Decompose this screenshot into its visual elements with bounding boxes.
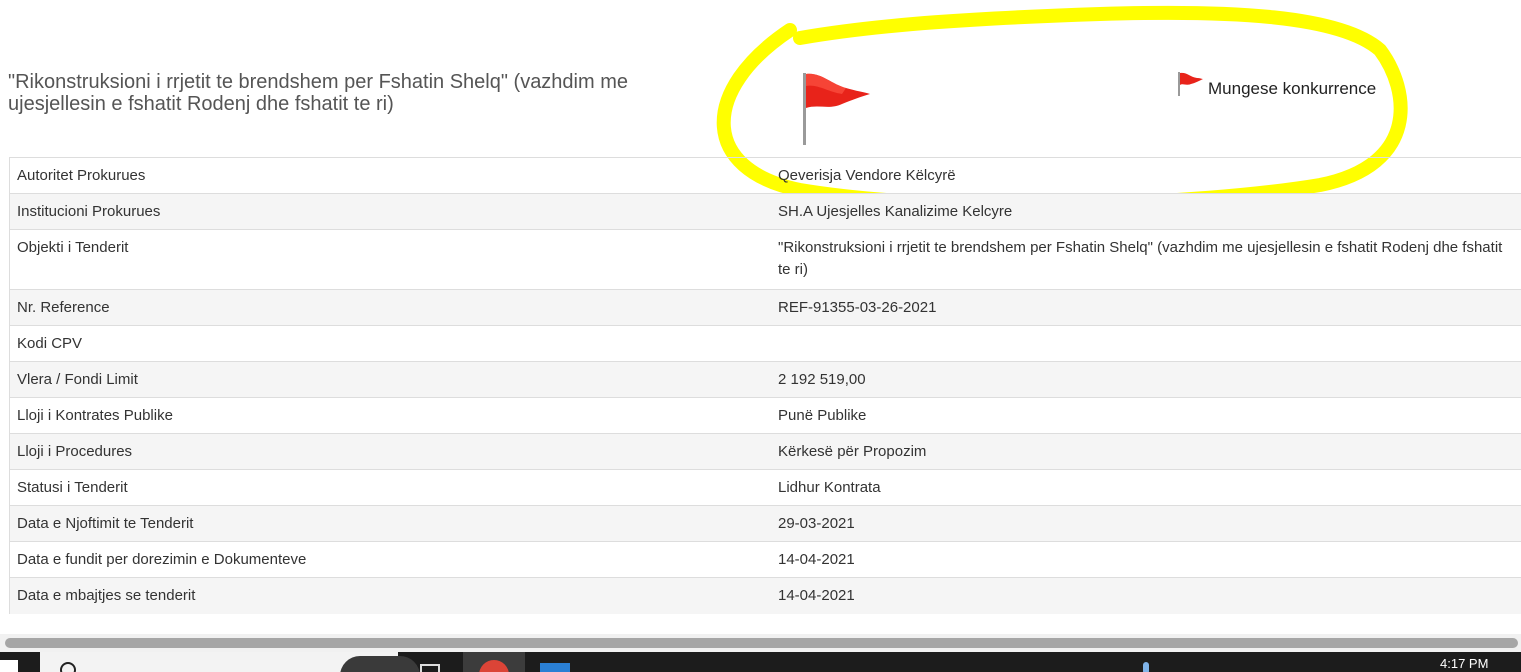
detail-value: "Rikonstruksioni i rrjetit te brendshem … — [771, 229, 1521, 290]
taskbar-search-box[interactable] — [40, 652, 420, 672]
detail-value — [771, 325, 1521, 362]
detail-row: Nr. Reference REF-91355-03-26-2021 — [9, 289, 1521, 326]
detail-label: Data e fundit per dorezimin e Dokumentev… — [9, 541, 771, 578]
detail-row: Objekti i Tenderit "Rikonstruksioni i rrj… — [9, 229, 1521, 290]
detail-value: Kërkesë për Propozim — [771, 433, 1521, 470]
detail-row: Vlera / Fondi Limit 2 192 519,00 — [9, 361, 1521, 398]
search-icon — [60, 662, 76, 672]
app-icon[interactable] — [540, 652, 580, 672]
flag-label: Mungese konkurrence — [1208, 79, 1377, 98]
small-red-flag-icon — [1178, 72, 1203, 96]
detail-label: Lloji i Procedures — [9, 433, 771, 470]
detail-label: Institucioni Prokurues — [9, 193, 771, 230]
detail-value: Qeverisja Vendore Këlcyrë — [771, 157, 1521, 194]
horizontal-scrollbar[interactable] — [0, 634, 1521, 652]
detail-label: Statusi i Tenderit — [9, 469, 771, 506]
page: "Rikonstruksioni i rrjetit te brendshem … — [0, 0, 1521, 672]
detail-row: Autoritet Prokurues Qeverisja Vendore Kël… — [9, 157, 1521, 194]
taskbar-clock[interactable]: 4:17 PM — [1440, 652, 1515, 672]
detail-value: Punë Publike — [771, 397, 1521, 434]
detail-value: 2 192 519,00 — [771, 361, 1521, 398]
detail-label: Autoritet Prokurues — [9, 157, 771, 194]
tender-title: "Rikonstruksioni i rrjetit te brendshem … — [8, 71, 628, 115]
microphone-icon[interactable] — [1140, 652, 1154, 672]
detail-label: Kodi CPV — [9, 325, 771, 362]
detail-value: 29-03-2021 — [771, 505, 1521, 542]
detail-row: Data e mbajtjes se tenderit 14-04-2021 — [9, 577, 1521, 614]
detail-label: Data e mbajtjes se tenderit — [9, 577, 771, 614]
detail-row: Statusi i Tenderit Lidhur Kontrata — [9, 469, 1521, 506]
detail-row: Data e fundit per dorezimin e Dokumentev… — [9, 541, 1521, 578]
detail-value: REF-91355-03-26-2021 — [771, 289, 1521, 326]
detail-row: Institucioni Prokurues SH.A Ujesjelles Ka… — [9, 193, 1521, 230]
windows-icon[interactable] — [0, 652, 40, 672]
detail-row: Kodi CPV — [9, 325, 1521, 362]
detail-value: 14-04-2021 — [771, 577, 1521, 614]
detail-value: 14-04-2021 — [771, 541, 1521, 578]
scrollbar-thumb[interactable] — [5, 638, 1518, 648]
taskbar: 4:17 PM — [0, 652, 1521, 672]
tender-details-table: Autoritet Prokurues Qeverisja Vendore Kël… — [9, 157, 1521, 614]
detail-row: Data e Njoftimit te Tenderit 29-03-2021 — [9, 505, 1521, 542]
search-highlight-image — [340, 656, 420, 672]
detail-row: Lloji i Kontrates Publike Punë Publike — [9, 397, 1521, 434]
detail-label: Data e Njoftimit te Tenderit — [9, 505, 771, 542]
detail-label: Nr. Reference — [9, 289, 771, 326]
red-flag-icon — [803, 73, 870, 145]
detail-row: Lloji i Procedures Kërkesë për Propozim — [9, 433, 1521, 470]
detail-value: Lidhur Kontrata — [771, 469, 1521, 506]
detail-label: Vlera / Fondi Limit — [9, 361, 771, 398]
chrome-icon[interactable] — [463, 652, 525, 672]
detail-label: Lloji i Kontrates Publike — [9, 397, 771, 434]
detail-label: Objekti i Tenderit — [9, 229, 771, 290]
task-view-icon[interactable] — [418, 652, 448, 672]
detail-value: SH.A Ujesjelles Kanalizime Kelcyre — [771, 193, 1521, 230]
